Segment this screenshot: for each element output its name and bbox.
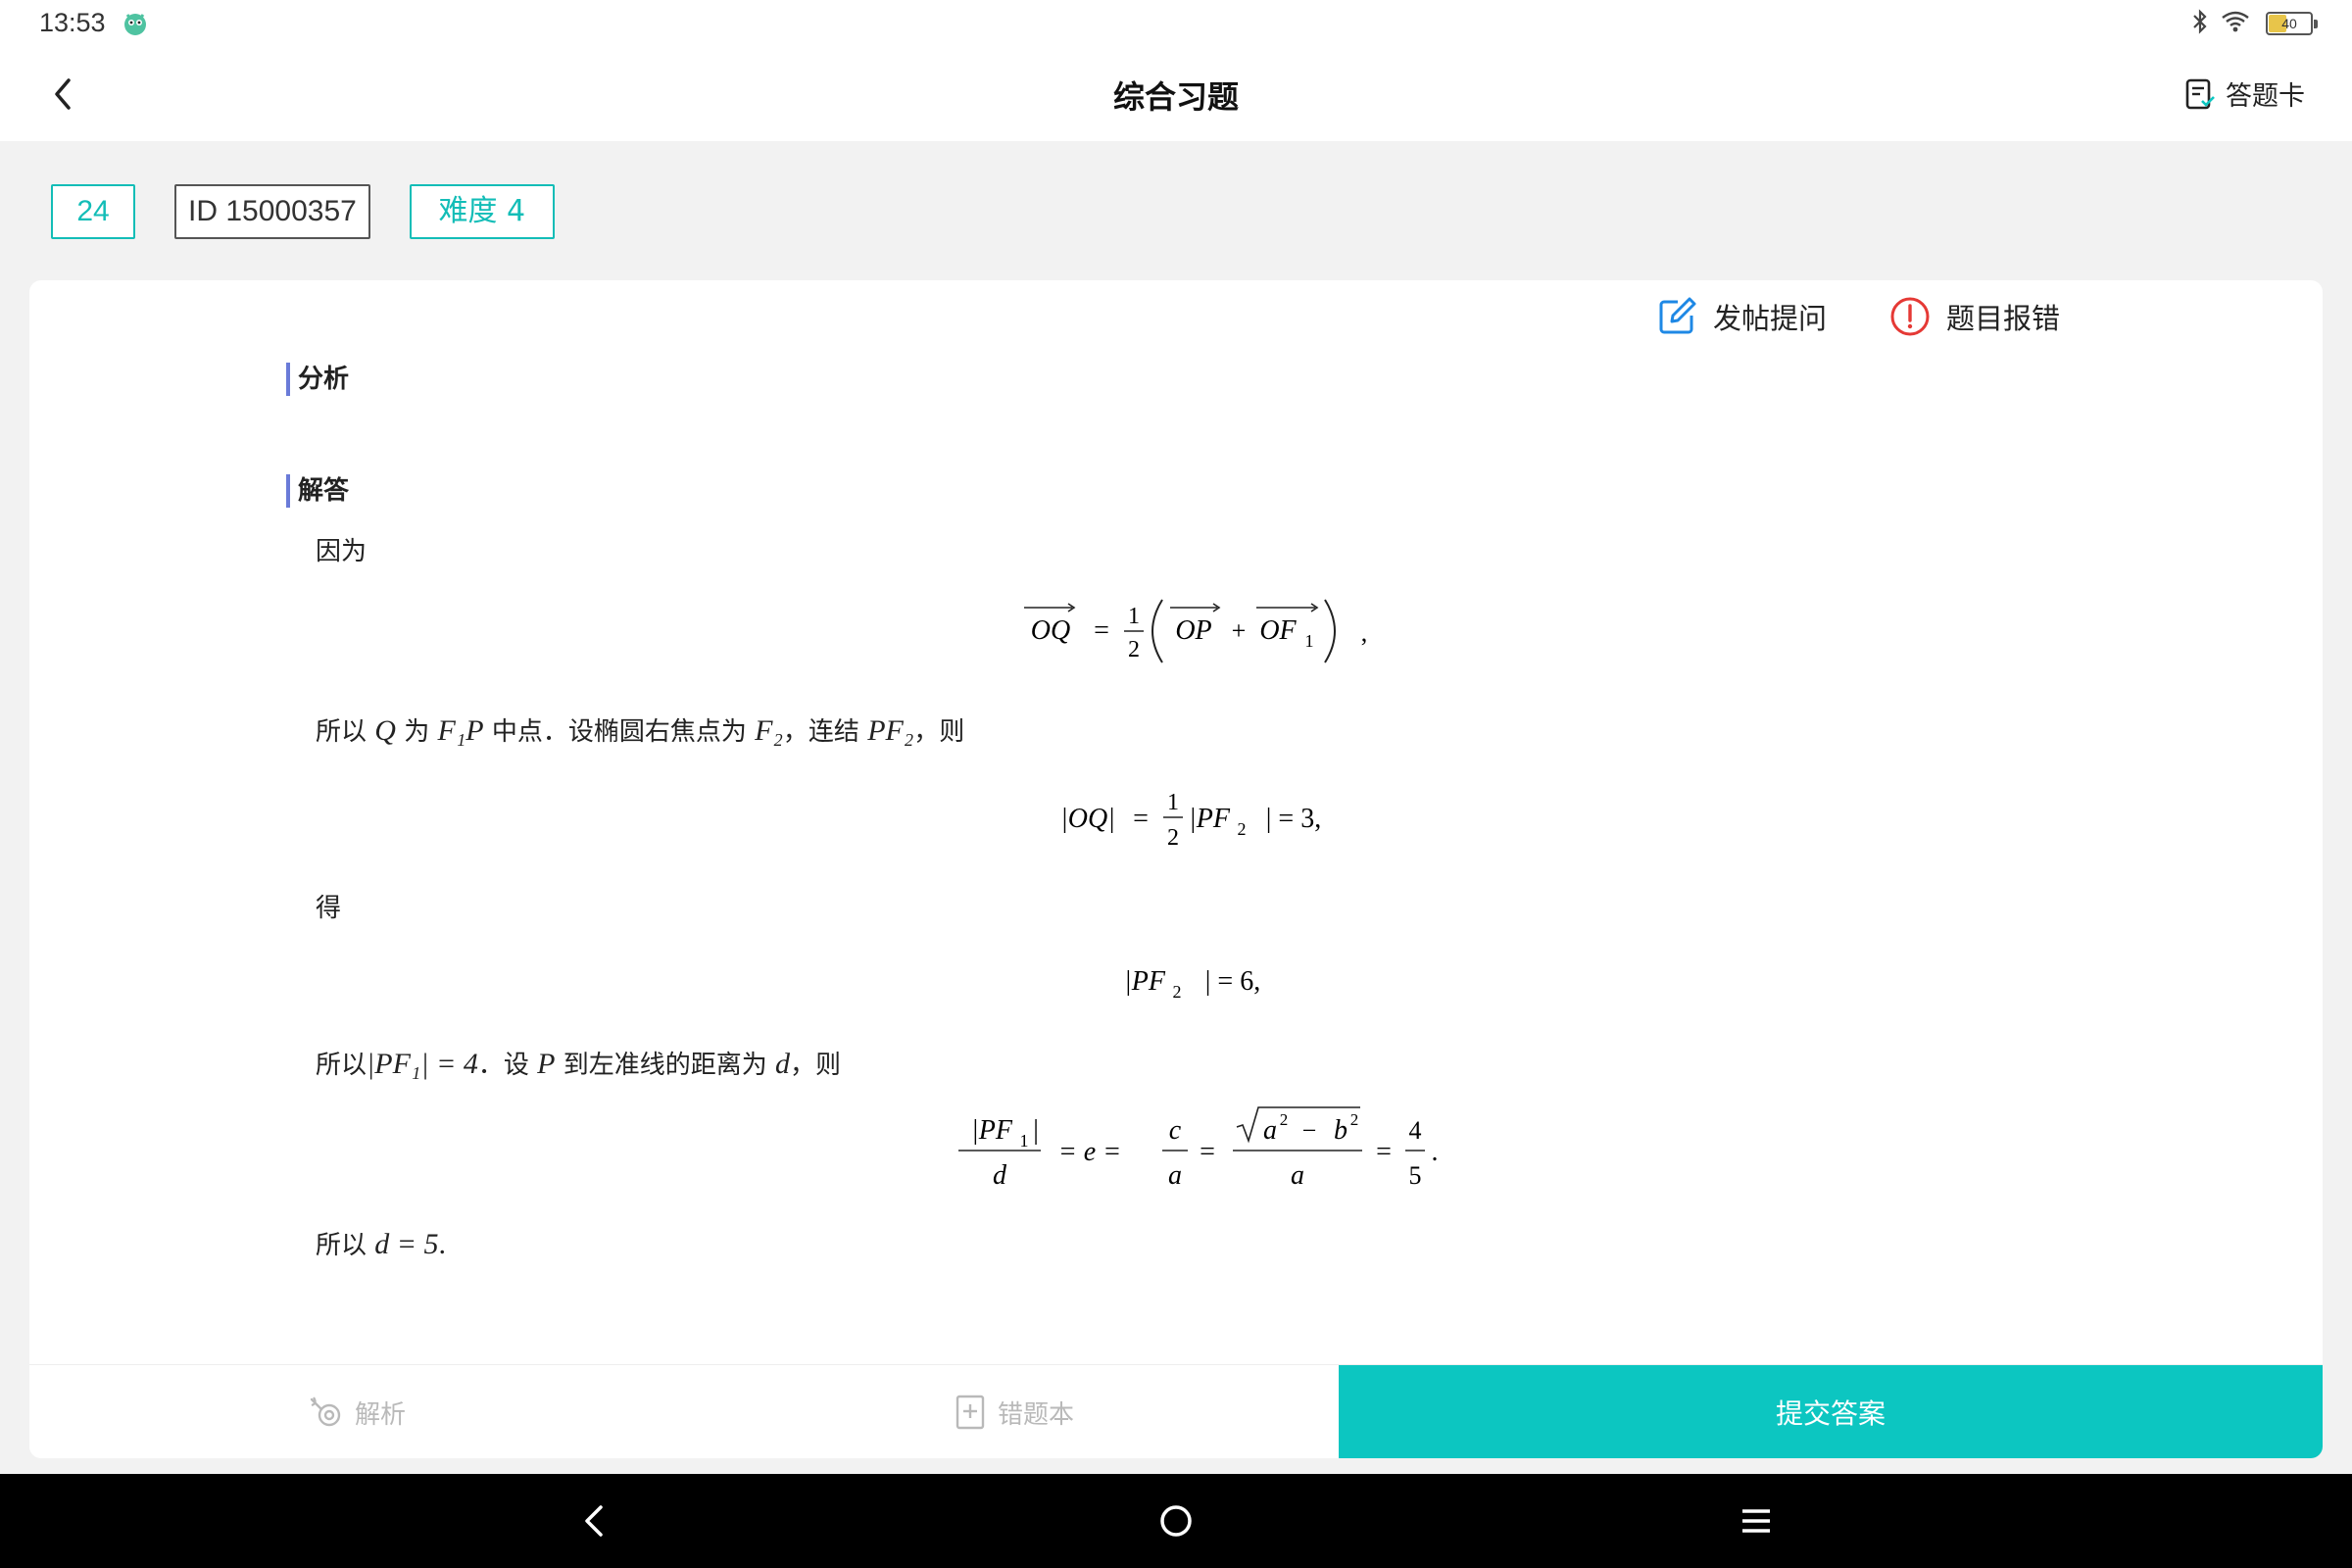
svg-text:|PF: |PF — [1189, 804, 1231, 834]
status-icons: 40 — [2189, 8, 2318, 39]
svg-text:1: 1 — [1167, 790, 1179, 815]
analysis-button[interactable]: 解析 — [308, 1365, 406, 1458]
app-mascot-icon — [122, 10, 149, 41]
wifi-icon — [2221, 9, 2250, 38]
question-tags: 24 ID 15000357 难度 4 — [51, 184, 555, 239]
question-number-tag: 24 — [51, 184, 135, 239]
vec-oq: OQ — [1031, 615, 1070, 646]
nav-home-icon — [1160, 1505, 1192, 1537]
solution-heading: 解答 — [286, 474, 349, 508]
svg-text:|OQ|: |OQ| — [1060, 804, 1115, 834]
svg-text:2: 2 — [1128, 637, 1140, 662]
nav-menu-button[interactable] — [1733, 1497, 1780, 1544]
status-bar: 13:53 40 — [0, 0, 2352, 47]
solution-line-4: 所以 d = 5. — [316, 1228, 447, 1260]
answer-card-label: 答题卡 — [2226, 81, 2305, 112]
page-title: 综合习题 — [1112, 78, 1239, 116]
svg-text:4: 4 — [1409, 1116, 1422, 1145]
svg-text:=: = — [1376, 1137, 1392, 1167]
formula-oq-length: |OQ| = 1 2 |PF 2 | = 3, — [1060, 790, 1321, 851]
svg-text:2: 2 — [1350, 1110, 1359, 1129]
svg-text:| = 3,: | = 3, — [1266, 804, 1321, 834]
svg-text:5: 5 — [1409, 1161, 1422, 1190]
svg-text:1: 1 — [1128, 604, 1140, 629]
battery-level: 40 — [2281, 16, 2297, 31]
edit-icon — [1659, 297, 1696, 334]
svg-text:2: 2 — [1173, 982, 1182, 1002]
answer-card-button[interactable]: 答题卡 — [2184, 74, 2305, 113]
svg-text:=: = — [1200, 1137, 1215, 1167]
svg-text:d: d — [993, 1160, 1007, 1191]
analysis-icon — [310, 1396, 341, 1427]
solution-line-1: 所以 Q 为 F₁P 中点．设椭圆右焦点为 F₂，连结 PF₂，则 — [316, 714, 965, 747]
question-id-tag: ID 15000357 — [174, 184, 370, 239]
solution-de: 得 — [316, 894, 342, 923]
svg-text:+: + — [1232, 616, 1247, 645]
solution-intro: 因为 — [316, 537, 368, 566]
svg-text:|: | — [1033, 1115, 1039, 1146]
formula-pf2: |PF 2 | = 6, — [1124, 966, 1260, 1002]
exclamation-circle-icon — [1890, 297, 1930, 336]
svg-text:=: = — [1094, 615, 1109, 646]
bluetooth-icon — [2189, 8, 2211, 39]
svg-text:c: c — [1169, 1115, 1182, 1146]
nav-back-icon — [585, 1505, 603, 1537]
analysis-label: 解析 — [355, 1399, 407, 1430]
svg-text:a: a — [1291, 1160, 1304, 1191]
app-header: 综合习题 答题卡 — [0, 47, 2352, 141]
solution-line-3: 所以|PF₁| = 4．设 P 到左准线的距离为 d，则 — [316, 1048, 842, 1080]
svg-text:OP: OP — [1175, 615, 1211, 646]
svg-text:|PF: |PF — [971, 1115, 1013, 1146]
wrongbook-button[interactable]: 错题本 — [955, 1365, 1074, 1458]
post-question-button[interactable]: 发帖提问 — [1656, 296, 1827, 337]
nav-home-button[interactable] — [1152, 1497, 1200, 1544]
difficulty-tag: 难度 4 — [409, 184, 555, 239]
analysis-heading: 分析 — [286, 363, 349, 396]
svg-text:1: 1 — [1020, 1131, 1029, 1151]
svg-text:a: a — [1263, 1115, 1277, 1146]
svg-text:−: − — [1302, 1116, 1317, 1145]
answer-card-icon — [2185, 78, 2215, 109]
nav-back-button[interactable] — [570, 1497, 617, 1544]
svg-text:|PF: |PF — [1124, 966, 1166, 997]
svg-text:=: = — [1133, 804, 1149, 834]
bottom-action-bar: 解析 错题本 提交答案 — [29, 1364, 2323, 1458]
submit-answer-button[interactable]: 提交答案 — [1339, 1365, 2323, 1458]
question-card: 发帖提问 题目报错 分析 解答 因为 OQ = 1 2 OP + OF 1 , … — [29, 280, 2323, 1458]
formula-vector-sum: OQ = 1 2 OP + OF 1 , — [1024, 599, 1368, 663]
svg-text:b: b — [1334, 1115, 1348, 1146]
wrongbook-icon — [956, 1395, 985, 1430]
svg-text:OF: OF — [1259, 615, 1297, 646]
nav-menu-icon — [1742, 1509, 1770, 1533]
svg-text:a: a — [1168, 1160, 1182, 1191]
wrongbook-label: 错题本 — [998, 1399, 1075, 1430]
formula-eccentricity: |PF 1 | d = e = c a = a 2 − b 2 a = 4 5 … — [958, 1106, 1439, 1191]
svg-text:,: , — [1361, 618, 1368, 647]
svg-text:| = 6,: | = 6, — [1205, 966, 1260, 997]
report-error-button[interactable]: 题目报错 — [1889, 296, 2060, 337]
post-question-label: 发帖提问 — [1713, 302, 1828, 335]
system-nav-bar — [0, 1474, 2352, 1568]
battery-icon: 40 — [2266, 12, 2318, 35]
svg-text:1: 1 — [1305, 631, 1314, 651]
svg-text:2: 2 — [1280, 1110, 1289, 1129]
svg-text:= e =: = e = — [1058, 1137, 1121, 1167]
report-error-label: 题目报错 — [1946, 302, 2061, 335]
svg-text:.: . — [1432, 1137, 1439, 1167]
svg-text:2: 2 — [1238, 819, 1247, 839]
status-time: 13:53 — [39, 8, 106, 37]
card-actions: 发帖提问 题目报错 — [1656, 296, 2060, 337]
svg-text:2: 2 — [1167, 825, 1179, 851]
